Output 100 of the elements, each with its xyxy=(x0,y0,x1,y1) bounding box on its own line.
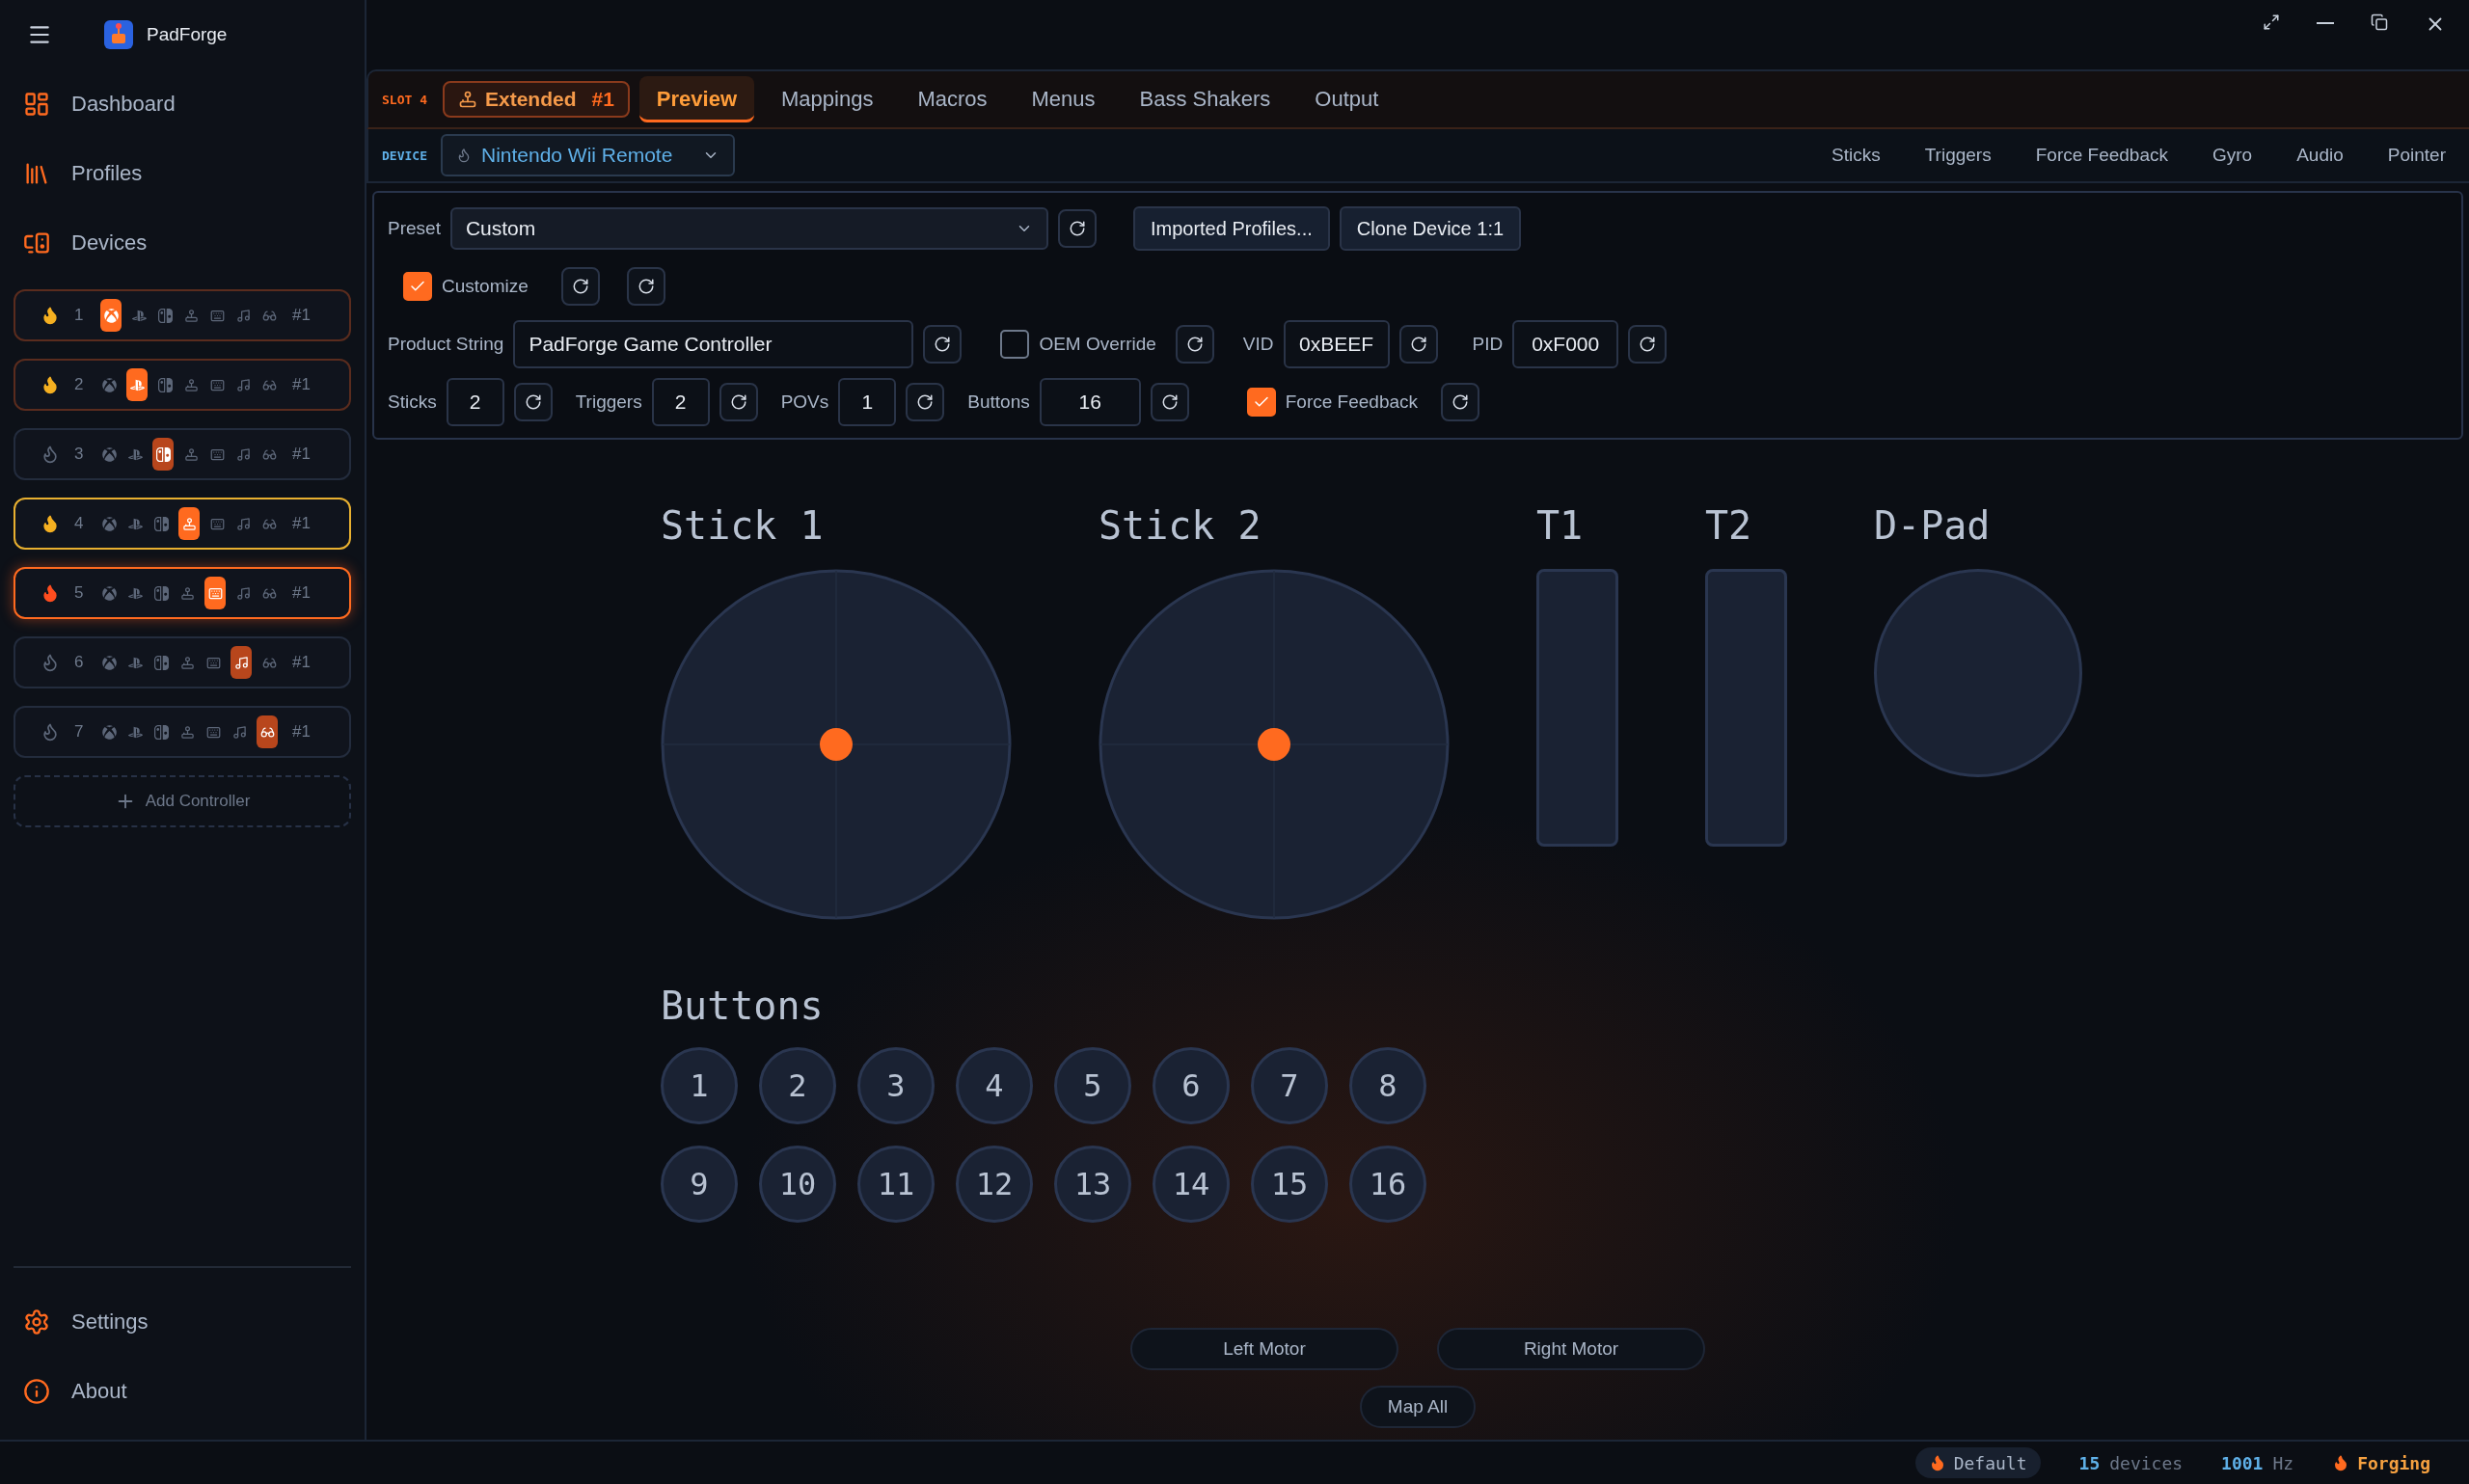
controller-type-button[interactable] xyxy=(257,715,278,748)
tab[interactable]: Bass Shakers xyxy=(1122,76,1289,122)
slot-number: 7 xyxy=(74,722,85,742)
joystick-icon xyxy=(183,308,199,323)
count-field[interactable]: 2 xyxy=(651,378,710,426)
controller-type-button[interactable] xyxy=(231,646,252,679)
section-link[interactable]: Sticks xyxy=(1831,145,1881,166)
customize-label: Customize xyxy=(442,276,529,297)
add-controller-button[interactable]: Add Controller xyxy=(14,775,351,827)
controller-slot[interactable]: 5 #1 xyxy=(14,567,351,619)
playstation-icon xyxy=(127,724,143,740)
controller-type-button[interactable] xyxy=(152,438,174,471)
reset-button[interactable] xyxy=(1150,383,1189,421)
controller-type-button[interactable] xyxy=(178,507,200,540)
reset-button[interactable] xyxy=(1057,209,1097,248)
preset-dropdown[interactable]: Custom xyxy=(449,207,1048,250)
button-indicator: 5 xyxy=(1054,1047,1131,1124)
controller-slot[interactable]: 3 #1 xyxy=(14,428,351,480)
reset-icon xyxy=(1452,393,1470,411)
playstation-icon xyxy=(127,655,143,670)
slot-number: 5 xyxy=(74,583,85,603)
buttons-title: Buttons xyxy=(661,984,825,1026)
stick-title: Stick 1 xyxy=(661,503,825,546)
xbox-icon xyxy=(101,655,117,670)
slot-label: SLOT 4 xyxy=(382,92,427,107)
nav-item[interactable]: Profiles xyxy=(14,139,351,208)
customize-checkbox[interactable] xyxy=(403,272,432,301)
tab[interactable]: Mappings xyxy=(764,76,891,122)
playstation-icon xyxy=(127,446,143,462)
reset-button[interactable] xyxy=(1398,325,1438,364)
switch-icon xyxy=(155,446,171,462)
xbox-icon xyxy=(101,585,117,601)
slot-number: 2 xyxy=(74,375,85,394)
button-indicator: 11 xyxy=(857,1146,935,1223)
controller-slot[interactable]: 1 #1 xyxy=(14,289,351,341)
device-dropdown[interactable]: Nintendo Wii Remote xyxy=(440,134,735,176)
controller-slot[interactable]: 7 #1 xyxy=(14,706,351,758)
restore-icon xyxy=(2371,13,2388,31)
slot-number: 4 xyxy=(74,514,85,533)
vid-label: VID xyxy=(1242,334,1274,355)
count-label: Sticks xyxy=(388,391,437,413)
reset-icon xyxy=(729,393,747,411)
section-link[interactable]: Gyro xyxy=(2212,145,2253,166)
playstation-icon xyxy=(127,585,143,601)
count-field[interactable]: 1 xyxy=(838,378,897,426)
button-indicator: 4 xyxy=(956,1047,1033,1124)
controller-type-button[interactable] xyxy=(100,299,122,332)
slot-number: 3 xyxy=(74,445,85,464)
reset-button[interactable] xyxy=(923,325,963,364)
tab[interactable]: Macros xyxy=(900,76,1005,122)
nav-item[interactable]: Devices xyxy=(14,208,351,278)
slot-tag: #1 xyxy=(292,306,311,325)
nav-item[interactable]: Dashboard xyxy=(14,69,351,139)
controller-type-button[interactable] xyxy=(126,368,148,401)
reset-button[interactable] xyxy=(626,267,665,306)
count-field[interactable]: 2 xyxy=(446,378,504,426)
xbox-icon xyxy=(101,724,117,740)
motor-button[interactable]: Right Motor xyxy=(1437,1328,1705,1370)
music-icon xyxy=(233,655,249,670)
controller-type-button[interactable] xyxy=(204,577,226,609)
section-link[interactable]: Force Feedback xyxy=(2035,145,2168,166)
joystick-icon xyxy=(457,90,477,109)
reset-button[interactable] xyxy=(1175,325,1214,364)
motor-button[interactable]: Left Motor xyxy=(1130,1328,1398,1370)
switch-icon xyxy=(157,377,173,392)
reset-button[interactable] xyxy=(560,267,600,306)
button-indicator: 1 xyxy=(661,1047,738,1124)
imported-profiles-button[interactable]: Imported Profiles... xyxy=(1132,206,1330,251)
reset-button[interactable] xyxy=(1441,383,1480,421)
product-string-field[interactable]: PadForge Game Controller xyxy=(513,320,914,368)
tab[interactable]: Output xyxy=(1297,76,1397,122)
reset-button[interactable] xyxy=(906,383,945,421)
xbox-icon xyxy=(103,308,119,323)
tab[interactable]: Preview xyxy=(638,76,755,122)
map-all-button[interactable]: Map All xyxy=(1360,1386,1476,1428)
controller-slot[interactable]: 2 #1 xyxy=(14,359,351,411)
poll-unit: Hz xyxy=(2272,1452,2294,1473)
count-label: POVs xyxy=(780,391,829,413)
pid-field[interactable]: 0xF000 xyxy=(1512,320,1619,368)
reset-icon xyxy=(934,336,952,353)
nav-item[interactable]: Settings xyxy=(14,1287,351,1357)
section-link[interactable]: Pointer xyxy=(2387,145,2446,166)
count-field[interactable]: 16 xyxy=(1039,378,1141,426)
reset-button[interactable] xyxy=(513,383,553,421)
force-feedback-checkbox[interactable] xyxy=(1246,388,1276,417)
button-indicator: 15 xyxy=(1251,1146,1328,1223)
controller-slot[interactable]: 6 #1 xyxy=(14,636,351,688)
controller-slot[interactable]: 4 #1 xyxy=(14,498,351,550)
reset-button[interactable] xyxy=(719,383,758,421)
vid-field[interactable]: 0xBEEF xyxy=(1283,320,1390,368)
section-link[interactable]: Triggers xyxy=(1924,145,1992,166)
nav-item[interactable]: About xyxy=(14,1357,351,1426)
button-indicator: 14 xyxy=(1153,1146,1230,1223)
reset-button[interactable] xyxy=(1628,325,1668,364)
keyboard-icon xyxy=(209,516,225,531)
playstation-icon xyxy=(127,516,143,531)
oem-override-checkbox[interactable] xyxy=(1000,330,1030,359)
tab[interactable]: Menus xyxy=(1014,76,1113,122)
section-link[interactable]: Audio xyxy=(2296,145,2344,166)
clone-device-button[interactable]: Clone Device 1:1 xyxy=(1339,206,1522,251)
